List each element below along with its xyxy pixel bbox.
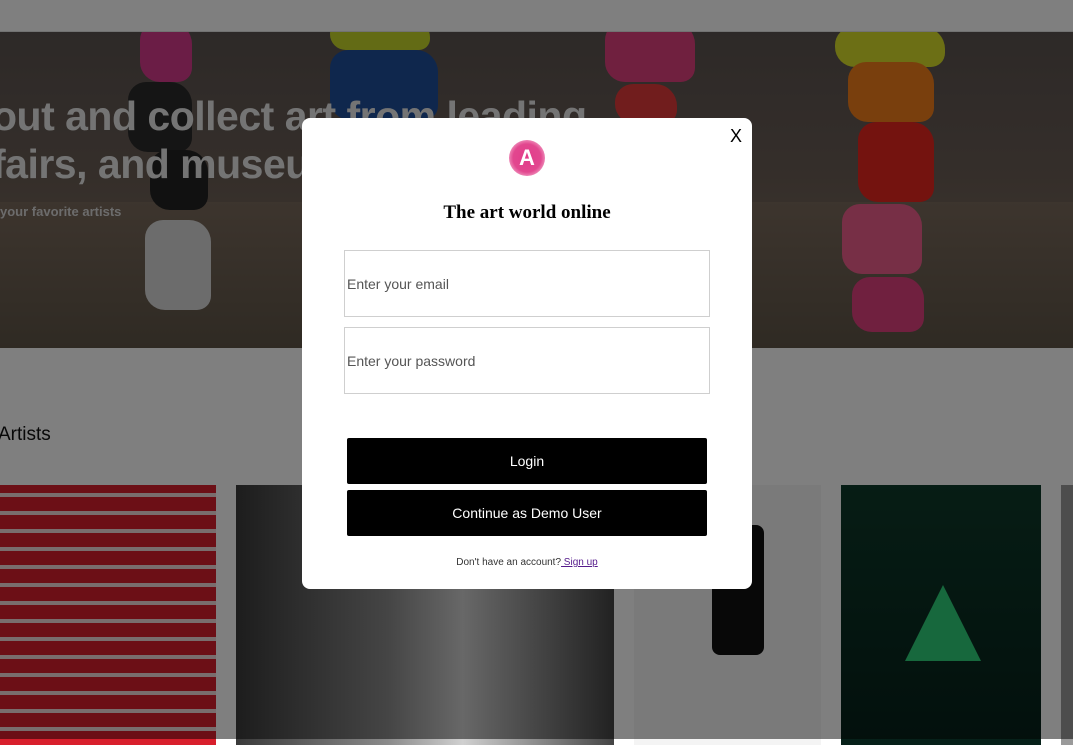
modal-title: The art world online (443, 202, 611, 223)
signup-prompt-text: Don't have an account? (456, 557, 562, 568)
login-button[interactable]: Login (347, 438, 707, 484)
signup-link[interactable]: Sign up (561, 557, 598, 568)
artsy-logo-icon: A (509, 140, 545, 176)
email-field[interactable] (344, 250, 710, 317)
demo-user-button[interactable]: Continue as Demo User (347, 490, 707, 536)
password-field[interactable] (344, 327, 710, 394)
close-button[interactable]: X (730, 126, 742, 146)
signup-prompt: Don't have an account? Sign up (302, 557, 752, 568)
login-modal: X A The art world online Login Continue … (302, 118, 752, 589)
